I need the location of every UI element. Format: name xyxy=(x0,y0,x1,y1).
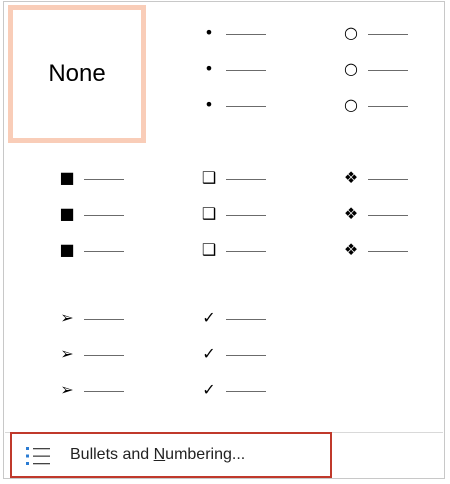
arrowhead-bullet-icon: ➢ xyxy=(60,380,74,399)
text-line-placeholder xyxy=(226,355,266,356)
diamond-cluster-bullet-icon: ❖ xyxy=(343,168,359,187)
bullets-and-numbering-label: Bullets and Numbering... xyxy=(70,446,246,463)
bullet-preview-row: ✓ xyxy=(150,344,288,364)
text-line-placeholder xyxy=(226,215,266,216)
bullet-preview-row: • xyxy=(150,23,288,43)
filled-square-bullet-icon: ■ xyxy=(59,204,75,223)
filled-round-bullet-icon: • xyxy=(204,59,214,78)
text-line-placeholder xyxy=(84,179,124,180)
text-line-placeholder xyxy=(84,391,124,392)
bullet-option-checkmark-bullet[interactable]: ✓ ✓ ✓ xyxy=(150,290,288,428)
text-line-placeholder xyxy=(84,355,124,356)
bullet-preview-row: ➢ xyxy=(8,308,146,328)
bullet-preview-row: ✓ xyxy=(150,308,288,328)
bullet-preview-row: ❖ xyxy=(292,168,430,188)
bullet-preview-row: ■ xyxy=(8,168,146,188)
text-line-placeholder xyxy=(368,70,408,71)
text-line-placeholder xyxy=(226,179,266,180)
hollow-round-bullet-icon: ○ xyxy=(344,95,358,114)
arrowhead-bullet-icon: ➢ xyxy=(60,344,74,363)
text-line-placeholder xyxy=(226,70,266,71)
bullet-preview-row: ❖ xyxy=(292,204,430,224)
diamond-cluster-bullet-icon: ❖ xyxy=(343,240,359,259)
bullet-preview-row: ✓ xyxy=(150,380,288,400)
bullet-option-filled-square-bullet[interactable]: ■ ■ ■ xyxy=(8,150,146,288)
bullet-preview-row: ■ xyxy=(8,204,146,224)
bullet-preview-row: ❑ xyxy=(150,204,288,224)
filled-round-bullet-icon: • xyxy=(204,95,214,114)
bullet-option-none[interactable]: None xyxy=(8,5,146,143)
bullet-option-hollow-square-bullet[interactable]: ❑ ❑ ❑ xyxy=(150,150,288,288)
filled-square-bullet-icon: ■ xyxy=(59,240,75,259)
bullet-list-icon xyxy=(26,447,50,465)
bullet-preview-row: ■ xyxy=(8,240,146,260)
diamond-cluster-bullet-icon: ❖ xyxy=(343,204,359,223)
filled-round-bullet-icon: • xyxy=(204,23,214,42)
text-line-placeholder xyxy=(368,106,408,107)
none-label: None xyxy=(48,60,106,87)
bullet-option-filled-round-bullet[interactable]: • • • xyxy=(150,5,288,143)
bullet-preview-row: ○ xyxy=(292,59,430,79)
text-line-placeholder xyxy=(226,319,266,320)
checkmark-bullet-icon: ✓ xyxy=(202,308,216,327)
text-line-placeholder xyxy=(368,251,408,252)
hollow-round-bullet-icon: ○ xyxy=(344,23,358,42)
bullet-option-diamond-cluster-bullet[interactable]: ❖ ❖ ❖ xyxy=(292,150,430,288)
bullet-preview-row: ❑ xyxy=(150,168,288,188)
text-line-placeholder xyxy=(368,34,408,35)
hollow-round-bullet-icon: ○ xyxy=(344,59,358,78)
arrowhead-bullet-icon: ➢ xyxy=(60,308,74,327)
text-line-placeholder xyxy=(226,251,266,252)
accelerator-key: N xyxy=(153,446,166,463)
text-line-placeholder xyxy=(84,319,124,320)
bullet-preview-row: ○ xyxy=(292,23,430,43)
text-line-placeholder xyxy=(84,251,124,252)
hollow-square-bullet-icon: ❑ xyxy=(201,240,217,259)
text-line-placeholder xyxy=(226,106,266,107)
hollow-square-bullet-icon: ❑ xyxy=(201,168,217,187)
text-line-placeholder xyxy=(84,215,124,216)
text-line-placeholder xyxy=(368,179,408,180)
filled-square-bullet-icon: ■ xyxy=(59,168,75,187)
text-line-placeholder xyxy=(226,391,266,392)
checkmark-bullet-icon: ✓ xyxy=(202,344,216,363)
bullet-preview-row: ➢ xyxy=(8,344,146,364)
bullets-and-numbering-button[interactable]: Bullets and Numbering... xyxy=(10,432,332,478)
checkmark-bullet-icon: ✓ xyxy=(202,380,216,399)
text-line-placeholder xyxy=(226,34,266,35)
bullet-library-panel: None • • • ○ ○ ○ ■ ■ ■ ❑ ❑ ❑ ❖ ❖ ❖ ➢ ➢ ➢ ✓ ✓ ✓ Bullets and Nu… xyxy=(3,1,445,479)
bullet-option-hollow-round-bullet[interactable]: ○ ○ ○ xyxy=(292,5,430,143)
bullet-preview-row: ❑ xyxy=(150,240,288,260)
bullet-option-arrowhead-bullet[interactable]: ➢ ➢ ➢ xyxy=(8,290,146,428)
bullet-preview-row: ➢ xyxy=(8,380,146,400)
bullet-preview-row: • xyxy=(150,95,288,115)
hollow-square-bullet-icon: ❑ xyxy=(201,204,217,223)
bullet-preview-row: • xyxy=(150,59,288,79)
text-line-placeholder xyxy=(368,215,408,216)
bullet-preview-row: ❖ xyxy=(292,240,430,260)
bullet-preview-row: ○ xyxy=(292,95,430,115)
